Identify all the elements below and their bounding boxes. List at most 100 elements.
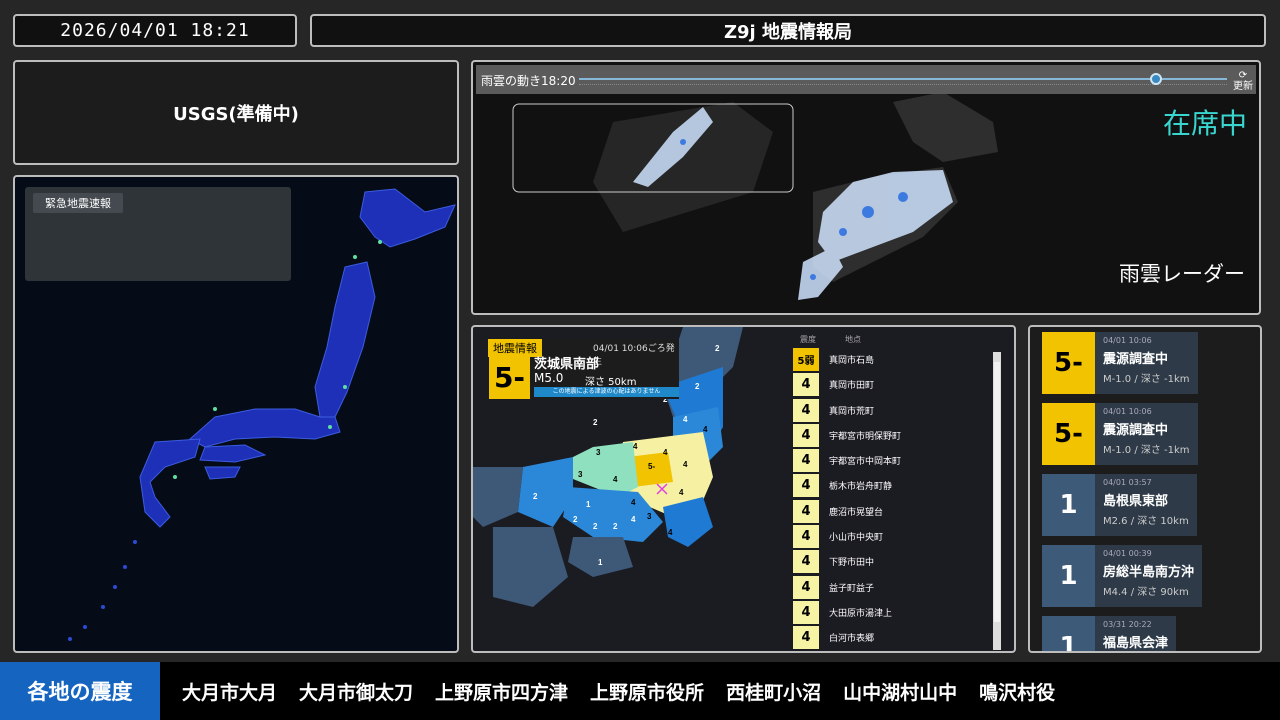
prefecture-shape <box>568 537 633 577</box>
station-level: 4 <box>793 423 819 447</box>
station-name: 下野市田中 <box>829 558 875 569</box>
station-level: 5弱 <box>793 348 819 371</box>
map-label: 2 <box>573 515 578 524</box>
list-item: 4 小山市中央町 <box>793 525 1011 549</box>
list-item: 4 真岡市荒町 <box>793 398 1011 422</box>
quake-history-panel: 5- 04/01 10:06 震源調査中 M-1.0 / 深さ -1km 5- … <box>1028 325 1262 653</box>
tsunami-note: この地震による津波の心配はありません <box>534 387 679 397</box>
list-item: 4 真岡市田町 <box>793 373 1011 397</box>
station-level: 4 <box>793 550 819 574</box>
history-card[interactable]: 1 04/01 03:57 島根県東部 M2.6 / 深さ 10km <box>1042 474 1197 536</box>
hokkaido-shape <box>359 188 456 248</box>
history-text: 03/31 20:22 福島県会津 <box>1095 616 1177 651</box>
kinki-shape <box>199 444 267 463</box>
map-label: 3 <box>578 470 583 479</box>
map-label: 2 <box>613 522 618 531</box>
map-label: 4 <box>668 528 673 537</box>
intensity-ticker: 各地の震度 大月市大月 大月市御太刀 上野原市四方津 上野原市役所 西桂町小沼 … <box>0 662 1280 720</box>
map-label: 2 <box>593 418 598 427</box>
rain-area <box>798 247 843 300</box>
station-name: 白河市表郷 <box>829 634 875 645</box>
timeline-ticks <box>579 84 1227 87</box>
timeline-track[interactable] <box>579 78 1227 80</box>
station-name: 宇都宮市明保野町 <box>829 431 902 442</box>
map-label: 4 <box>631 515 636 524</box>
landmass <box>593 102 773 232</box>
ticker-item: 山中湖村山中 <box>843 681 958 704</box>
scrollbar-thumb[interactable] <box>994 362 1000 622</box>
map-label: 1 <box>598 558 603 567</box>
datetime-display: 2026/04/01 18:21 <box>13 14 297 47</box>
list-item: 4 大田原市湯津上 <box>793 600 1011 624</box>
station-name: 栃木市岩舟町静 <box>829 482 893 493</box>
map-label: 4 <box>633 442 638 451</box>
station-level: 4 <box>793 626 819 650</box>
station-level: 4 <box>793 525 819 549</box>
app-title: Z9j 地震情報局 <box>310 14 1266 47</box>
station-level: 4 <box>793 474 819 498</box>
history-time: 04/01 10:06 <box>1103 407 1152 416</box>
history-card[interactable]: 1 04/01 00:39 房総半島南方沖 M4.4 / 深さ 90km <box>1042 545 1203 607</box>
refresh-button[interactable]: ⟳ 更新 <box>1233 70 1253 92</box>
history-level: 1 <box>1042 474 1095 536</box>
map-label: 2 <box>695 382 700 391</box>
usgs-status: USGS(準備中) <box>173 103 299 125</box>
station-name: 真岡市石島 <box>829 356 875 366</box>
refresh-label: 更新 <box>1233 81 1253 92</box>
ticker-item: 鳴沢村役 <box>979 681 1056 704</box>
map-label: 3 <box>596 448 601 457</box>
eew-badge: 緊急地震速報 <box>33 193 123 213</box>
timeline-slider-handle[interactable] <box>1149 73 1162 85</box>
map-label: 1 <box>586 500 591 509</box>
history-detail: M-1.0 / 深さ -1km <box>1103 374 1190 385</box>
prefecture-shape <box>473 467 523 527</box>
prefecture-shape <box>493 527 568 607</box>
radar-label: 雨雲レーダー <box>1119 262 1245 286</box>
station-level: 4 <box>793 373 819 397</box>
history-card[interactable]: 5- 04/01 10:06 震源調査中 M-1.0 / 深さ -1km <box>1042 332 1198 394</box>
refresh-icon: ⟳ <box>1238 70 1248 81</box>
presence-status: 在席中 <box>1162 107 1247 140</box>
list-item: 4 鹿沼市晃望台 <box>793 499 1011 523</box>
kyushu-shape <box>139 438 201 528</box>
history-place: 福島県会津 <box>1103 636 1169 651</box>
station-name: 真岡市田町 <box>829 381 875 392</box>
history-place: 島根県東部 <box>1103 494 1169 509</box>
list-item: 4 栃木市岩舟町静 <box>793 474 1011 498</box>
history-place: 房総半島南方沖 <box>1103 565 1195 580</box>
history-level: 5- <box>1042 332 1095 394</box>
list-item: 4 宇都宮市中岡本町 <box>793 449 1011 473</box>
history-text: 04/01 10:06 震源調査中 M-1.0 / 深さ -1km <box>1095 332 1198 394</box>
history-time: 04/01 10:06 <box>1103 336 1152 345</box>
history-card[interactable]: 5- 04/01 10:06 震源調査中 M-1.0 / 深さ -1km <box>1042 403 1198 465</box>
rain-radar-panel: 雨雲の動き18:20 ⟳ 更新 在席中 雨雲レーダー <box>471 60 1261 315</box>
ticker-item: 西桂町小沼 <box>726 681 822 704</box>
history-detail: M-1.0 / 深さ -1km <box>1103 445 1190 456</box>
history-detail: M4.4 / 深さ 90km <box>1103 587 1189 598</box>
history-level: 5- <box>1042 403 1095 465</box>
station-level: 4 <box>793 600 819 624</box>
radar-timeline: 雨雲の動き18:20 ⟳ 更新 <box>476 65 1256 94</box>
list-item: 4 下野市田中 <box>793 550 1011 574</box>
history-detail: M2.6 / 深さ 10km <box>1103 516 1189 527</box>
map-label: 4 <box>631 498 636 507</box>
history-text: 04/01 00:39 房総半島南方沖 M4.4 / 深さ 90km <box>1095 545 1203 607</box>
station-list: 震度 地点 5弱 真岡市石島 4 真岡市田町 4 真岡市荒町 4 宇都宮市明保野町 4宇… <box>793 330 1011 651</box>
station-name: 大田原市湯津上 <box>829 608 893 619</box>
map-label: 5- <box>648 462 655 471</box>
station-name: 宇都宮市中岡本町 <box>829 457 902 468</box>
depth: 深さ 50km <box>585 377 637 388</box>
tohoku-shape <box>314 261 376 418</box>
list-scrollbar[interactable] <box>993 352 1001 650</box>
history-card[interactable]: 1 03/31 20:22 福島県会津 <box>1042 616 1177 651</box>
station-name: 真岡市荒町 <box>829 406 875 417</box>
list-item: 4 益子町益子 <box>793 575 1011 599</box>
ticker-item: 上野原市四方津 <box>435 681 569 704</box>
history-level: 1 <box>1042 616 1095 651</box>
list-item: 5弱 真岡市石島 <box>793 348 1011 371</box>
station-name: 小山市中央町 <box>829 533 884 544</box>
station-level: 4 <box>793 398 819 422</box>
usgs-panel: USGS(準備中) <box>13 60 459 165</box>
magnitude: M5.0 <box>534 371 564 385</box>
quake-summary: 地震情報 04/01 10:06ごろ発生 5- 茨城県南部 M5.0 深さ 50… <box>488 339 679 399</box>
